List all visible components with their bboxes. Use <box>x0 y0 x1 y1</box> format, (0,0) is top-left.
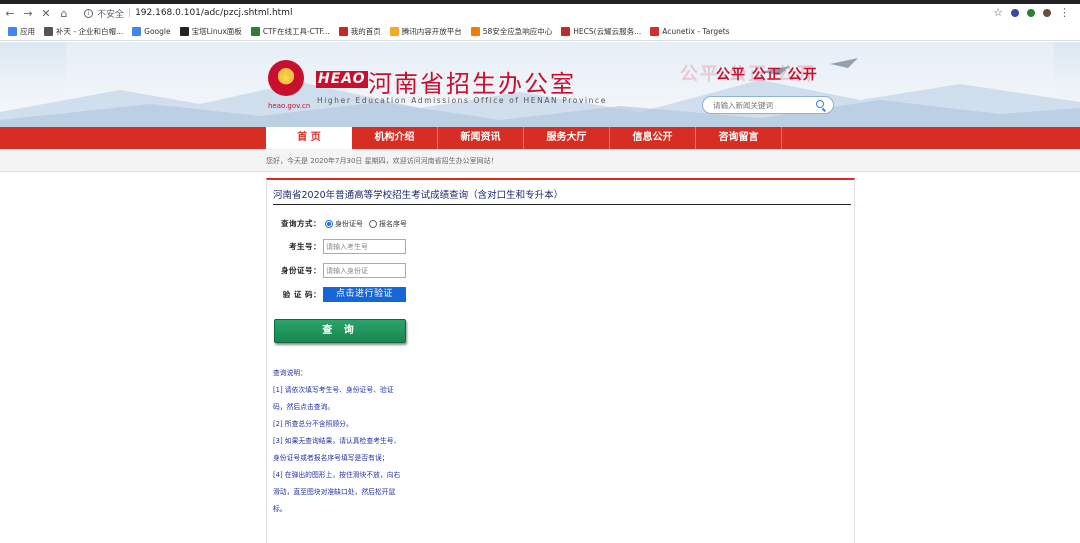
forward-arrow-icon[interactable]: → <box>20 5 36 21</box>
site-header: ★ heao.gov.cn HEAO 河南省招生办公室 Higher Educa… <box>0 42 1080 127</box>
url-separator: | <box>128 8 132 18</box>
58-icon <box>470 26 480 36</box>
browser-menu-icon[interactable]: ⋮ <box>1059 6 1070 19</box>
bookmark-label: CTF在线工具-CTF... <box>262 26 330 36</box>
bookmark-item[interactable]: HECS(云耀云服务... <box>561 26 641 37</box>
acunetix-icon <box>650 26 660 36</box>
bookmark-item[interactable]: 腾讯内容开放平台 <box>389 26 462 37</box>
instruction-line: 身份证号或者报名序号填写是否有误； <box>273 454 389 462</box>
divider <box>273 204 851 205</box>
extension-icon[interactable] <box>1027 8 1035 17</box>
bookmark-item[interactable]: 应用 <box>8 26 35 37</box>
instruction-line: [1] 请依次填写考生号、身份证号、验证 <box>273 386 394 394</box>
id-number-row: 身份证号： <box>277 263 406 278</box>
bookmark-label: 58安全应急响应中心 <box>482 26 553 36</box>
slogan: 公平 公正 公开 <box>716 67 818 83</box>
google-icon <box>132 26 142 36</box>
search-icon[interactable] <box>816 100 824 108</box>
emblem-star-icon: ★ <box>280 71 292 85</box>
bookmark-label: 应用 <box>20 26 35 36</box>
nav-item[interactable]: 机构介绍 <box>352 127 438 149</box>
query-instructions: 查询说明： [1] 请依次填写考生号、身份证号、验证 码，然后点击查询。 [2] 所查… <box>273 365 413 518</box>
back-arrow-icon[interactable]: ← <box>2 5 18 21</box>
instruction-line: 码，然后点击查询。 <box>273 403 335 411</box>
instruction-line: 标。 <box>273 505 287 513</box>
home-page-icon <box>338 26 348 36</box>
radio-id-card-label[interactable]: 身份证号 <box>335 219 363 229</box>
instruction-line: 滑动，直至图块对准缺口处，然后松开鼠 <box>273 488 396 496</box>
exam-no-input[interactable] <box>323 239 406 254</box>
exam-no-row: 考生号： <box>277 239 406 254</box>
query-submit-button[interactable]: 查 询 <box>274 319 406 343</box>
nav-item[interactable]: 首 页 <box>266 127 352 151</box>
nav-item[interactable]: 服务大厅 <box>524 127 610 149</box>
profile-avatar[interactable] <box>1043 8 1051 17</box>
site-subtitle: Higher Education Admissions Office of HE… <box>317 96 607 105</box>
instruction-line: [3] 如果无查询结果，请认真检查考生号、 <box>273 437 401 445</box>
web-page: ★ heao.gov.cn HEAO 河南省招生办公室 Higher Educa… <box>0 42 1080 543</box>
bt-icon <box>179 26 189 36</box>
bookmark-item[interactable]: 宝塔Linux面板 <box>179 26 242 37</box>
address-bar[interactable]: i 不安全 | 192.168.0.101/adc/pzcj.shtml.htm… <box>84 7 292 20</box>
bookmark-item[interactable]: Acunetix - Targets <box>650 26 730 36</box>
site-title[interactable]: 河南省招生办公室 <box>368 64 576 99</box>
bookmark-label: HECS(云耀云服务... <box>573 26 642 36</box>
verify-button[interactable]: 点击进行验证 <box>323 287 406 302</box>
bookmark-label: Google <box>144 26 171 36</box>
news-search <box>702 96 834 114</box>
bookmark-item[interactable]: CTF在线工具-CTF... <box>250 26 330 37</box>
bookmark-item[interactable]: 58安全应急响应中心 <box>470 26 553 37</box>
welcome-bar: 您好，今天是 2020年7月30日 星期四，欢迎访问河南省招生办公室网站！ <box>0 149 1080 172</box>
bookmark-item[interactable]: 补天 - 企业和白帽... <box>44 26 123 37</box>
bookmark-star-icon[interactable]: ☆ <box>993 6 1003 19</box>
bookmark-label: 腾讯内容开放平台 <box>401 26 462 36</box>
query-mode-row: 查询方式： 身份证号 报名序号 <box>277 218 411 229</box>
heao-logo[interactable]: HEAO <box>316 71 368 88</box>
ctf-icon <box>250 26 260 36</box>
bookmark-label: Acunetix - Targets <box>662 26 730 36</box>
id-number-label: 身份证号： <box>281 266 321 275</box>
captcha-label: 验 证 码： <box>282 290 321 299</box>
tencent-icon <box>389 26 399 36</box>
bookmark-label: 宝塔Linux面板 <box>191 26 242 36</box>
nav-item[interactable]: 咨询留言 <box>696 127 782 149</box>
radio-registration-no[interactable] <box>369 219 377 228</box>
exam-no-label: 考生号： <box>289 242 321 251</box>
security-status: 不安全 <box>97 9 125 20</box>
score-query-panel: 河南省2020年普通高等学校招生考试成绩查询（含对口生和专升本） 查询方式： 身… <box>266 178 855 543</box>
bookmark-label: 我的首页 <box>350 26 381 36</box>
radio-registration-no-label[interactable]: 报名序号 <box>379 219 407 229</box>
site-domain: heao.gov.cn <box>268 102 311 110</box>
url-text[interactable]: 192.168.0.101/adc/pzcj.shtml.html <box>135 8 292 18</box>
extension-icon[interactable] <box>1011 8 1019 17</box>
huawei-icon <box>561 26 571 36</box>
welcome-text: 您好，今天是 2020年7月30日 星期四，欢迎访问河南省招生办公室网站！ <box>266 157 498 165</box>
butian-icon <box>44 26 53 36</box>
instruction-line: [4] 在弹出的图形上，按住滑块不放，向右 <box>273 471 401 479</box>
bookmark-item[interactable]: Google <box>132 26 171 36</box>
info-icon[interactable]: i <box>84 8 93 18</box>
panel-title: 河南省2020年普通高等学校招生考试成绩查询（含对口生和专升本） <box>273 190 564 201</box>
captcha-row: 验 证 码： 点击进行验证 <box>277 287 406 302</box>
browser-toolbar: ← → ✕ ⌂ i 不安全 | 192.168.0.101/adc/pzcj.s… <box>0 4 1080 22</box>
bookmark-item[interactable]: 我的首页 <box>338 26 381 37</box>
national-emblem-icon: ★ <box>268 60 304 96</box>
instruction-line: [2] 所查总分不含照顾分。 <box>273 420 353 428</box>
apps-icon <box>8 26 17 36</box>
home-icon[interactable]: ⌂ <box>56 5 72 21</box>
query-mode-label: 查询方式： <box>281 219 321 228</box>
nav-item[interactable]: 信息公开 <box>610 127 696 149</box>
search-input[interactable] <box>713 100 808 110</box>
nav-item[interactable]: 新闻资讯 <box>438 127 524 149</box>
id-number-input[interactable] <box>323 263 406 278</box>
instruction-line: 查询说明： <box>273 369 307 377</box>
nav-items: 首 页机构介绍 新闻资讯 服务大厅 信息公开 咨询留言 <box>266 127 1080 151</box>
main-nav: 首 页机构介绍 新闻资讯 服务大厅 信息公开 咨询留言 <box>0 127 1080 151</box>
radio-id-card[interactable] <box>325 219 333 228</box>
bookmark-label: 补天 - 企业和白帽... <box>56 26 124 36</box>
bookmarks-bar: 应用 补天 - 企业和白帽... Google 宝塔Linux面板 CTF在线工具-CT… <box>0 22 1080 41</box>
toolbar-right: ☆ ⋮ <box>993 6 1070 19</box>
stop-loading-icon[interactable]: ✕ <box>38 5 54 21</box>
